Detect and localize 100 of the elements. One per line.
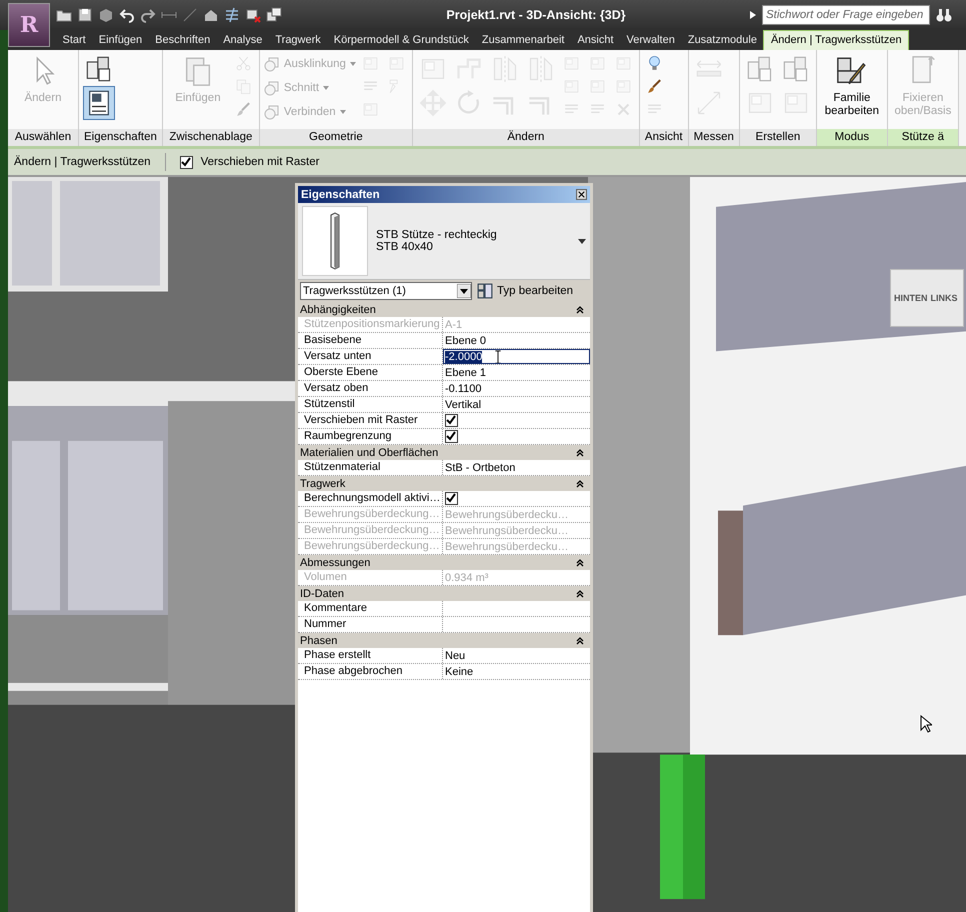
type-name: STB Stütze - rechteckig xyxy=(376,229,498,241)
ribbon-tab[interactable]: Start xyxy=(56,31,92,50)
property-label: Stützenstil xyxy=(298,397,443,412)
group-header[interactable]: Phasen xyxy=(298,633,590,648)
ribbon-tab[interactable]: Zusatzmodule xyxy=(681,31,764,50)
property-label: Bewehrungsüberdeckung… xyxy=(298,523,443,538)
group-header[interactable]: Tragwerk xyxy=(298,476,590,491)
dropdown-arrow-icon[interactable] xyxy=(457,284,471,298)
property-label: Volumen xyxy=(298,570,443,585)
collapse-chevron-icon[interactable] xyxy=(576,590,584,598)
shape-icon xyxy=(264,104,280,120)
panel-title: Stütze ä xyxy=(888,129,958,146)
close-windows-icon[interactable] xyxy=(245,7,261,23)
checkbox[interactable] xyxy=(445,414,458,427)
property-label: Bewehrungsüberdeckung… xyxy=(298,539,443,554)
property-label: Stützenmaterial xyxy=(298,460,443,475)
property-label: Phase abgebrochen xyxy=(298,664,443,679)
property-value: Bewehrungsüberdecku… xyxy=(445,524,569,536)
group-header[interactable]: Abhängigkeiten xyxy=(298,302,590,317)
switch-windows-icon[interactable] xyxy=(266,7,282,23)
ribbon-tab[interactable]: Ändern | Tragwerksstützen xyxy=(763,30,910,50)
property-label: Oberste Ebene xyxy=(298,365,443,380)
collapse-chevron-icon[interactable] xyxy=(576,306,584,314)
property-value[interactable]: Vertikal xyxy=(445,398,482,410)
save-icon[interactable] xyxy=(77,7,93,23)
caret-icon xyxy=(340,110,346,114)
group-title: ID-Daten xyxy=(300,588,344,600)
property-label: Berechnungsmodell aktivi… xyxy=(298,491,443,506)
palette-title: Eigenschaften xyxy=(301,188,380,200)
property-value: Bewehrungsüberdecku… xyxy=(445,508,569,520)
collapse-chevron-icon[interactable] xyxy=(576,636,584,644)
ribbon-tab[interactable]: Körpermodell & Grundstück xyxy=(327,31,476,50)
panel-title: Geometrie xyxy=(260,129,412,146)
property-label: Verschieben mit Raster xyxy=(298,413,443,428)
ribbon-tab[interactable]: Zusammenarbeit xyxy=(475,31,571,50)
redo-icon[interactable] xyxy=(140,7,156,23)
group-title: Abhängigkeiten xyxy=(300,304,376,316)
lines-icon[interactable] xyxy=(224,7,240,23)
property-value[interactable]: -0.1100 xyxy=(445,382,482,394)
sheet-icon[interactable] xyxy=(83,86,115,120)
group-title: Tragwerk xyxy=(300,478,346,490)
property-label: Phase erstellt xyxy=(298,648,443,663)
ribbon-tab[interactable]: Tragwerk xyxy=(268,31,328,50)
ribbon-tab[interactable]: Analyse xyxy=(216,31,269,50)
group-header[interactable]: Materialien und Oberflächen xyxy=(298,445,590,460)
binoculars-icon[interactable] xyxy=(936,7,952,23)
panel-title: Ändern xyxy=(412,129,639,146)
search-field[interactable]: Stichwort oder Frage eingeben xyxy=(762,5,930,25)
checkbox-label: Verschieben mit Raster xyxy=(200,156,320,168)
property-label: Raumbegrenzung xyxy=(298,429,443,444)
text-cursor-icon xyxy=(494,350,502,364)
property-value[interactable]: Keine xyxy=(445,666,474,678)
checkbox[interactable] xyxy=(445,492,458,505)
ribbon-tab[interactable]: Beschriften xyxy=(148,31,217,50)
close-icon[interactable] xyxy=(576,189,587,200)
house-icon[interactable] xyxy=(203,7,219,23)
edit-type-button[interactable]: Typ bearbeiten xyxy=(477,283,574,299)
group-header[interactable]: Abmessungen xyxy=(298,555,590,570)
panel-title: Messen xyxy=(688,129,739,146)
shape-icon xyxy=(264,80,280,96)
collapse-chevron-icon[interactable] xyxy=(576,558,584,566)
property-value[interactable]: StB - Ortbeton xyxy=(445,462,516,474)
property-value[interactable]: Ebene 1 xyxy=(445,366,486,378)
expand-triangle-icon[interactable] xyxy=(750,11,756,19)
caret-icon xyxy=(350,62,356,66)
checkbox[interactable] xyxy=(445,430,458,443)
undo-icon[interactable] xyxy=(119,7,135,23)
cube-icon[interactable] xyxy=(98,7,114,23)
application-menu-button[interactable]: R xyxy=(8,3,50,47)
collapse-chevron-icon[interactable] xyxy=(576,448,584,456)
property-label: Versatz oben xyxy=(298,381,443,396)
group-header[interactable]: ID-Daten xyxy=(298,586,590,601)
ribbon-tab[interactable]: Ansicht xyxy=(570,31,620,50)
type-size: STB 40x40 xyxy=(376,241,434,253)
diagonal-line-icon[interactable] xyxy=(182,7,198,23)
group-title: Materialien und Oberflächen xyxy=(300,446,438,458)
property-value[interactable]: Neu xyxy=(445,650,466,662)
property-label: Basisebene xyxy=(298,333,443,348)
panel-title: Modus xyxy=(816,129,887,146)
ribbon-tab[interactable]: Verwalten xyxy=(620,31,682,50)
window-title: Projekt1.rvt - 3D-Ansicht: {3D} xyxy=(445,8,627,22)
property-value[interactable]: -2.0000 xyxy=(445,350,482,362)
property-value[interactable]: Ebene 0 xyxy=(445,334,486,346)
ribbon-tab[interactable]: Einfügen xyxy=(92,31,149,50)
view-cube[interactable]: HINTEN LINKS xyxy=(890,269,964,327)
caret-icon xyxy=(323,86,330,90)
column-thumbnail xyxy=(302,206,368,276)
property-value: Bewehrungsüberdecku… xyxy=(445,540,569,552)
panel-title: Zwischenablage xyxy=(162,129,259,146)
panel-title: Eigenschaften xyxy=(79,129,162,146)
collapse-chevron-icon[interactable] xyxy=(576,480,584,488)
checkbox[interactable] xyxy=(180,156,193,168)
panel-title: Ansicht xyxy=(640,129,688,146)
mouse-pointer-icon xyxy=(920,715,932,733)
panel-title: Erstellen xyxy=(740,129,816,146)
edit-type-icon xyxy=(477,283,493,299)
type-selector[interactable]: STB Stütze - rechteckig STB 40x40 xyxy=(298,203,590,280)
group-title: Abmessungen xyxy=(300,556,370,568)
filter-dropdown[interactable]: Tragwerksstützen (1) xyxy=(300,282,472,300)
property-label: Bewehrungsüberdeckung… xyxy=(298,507,443,522)
